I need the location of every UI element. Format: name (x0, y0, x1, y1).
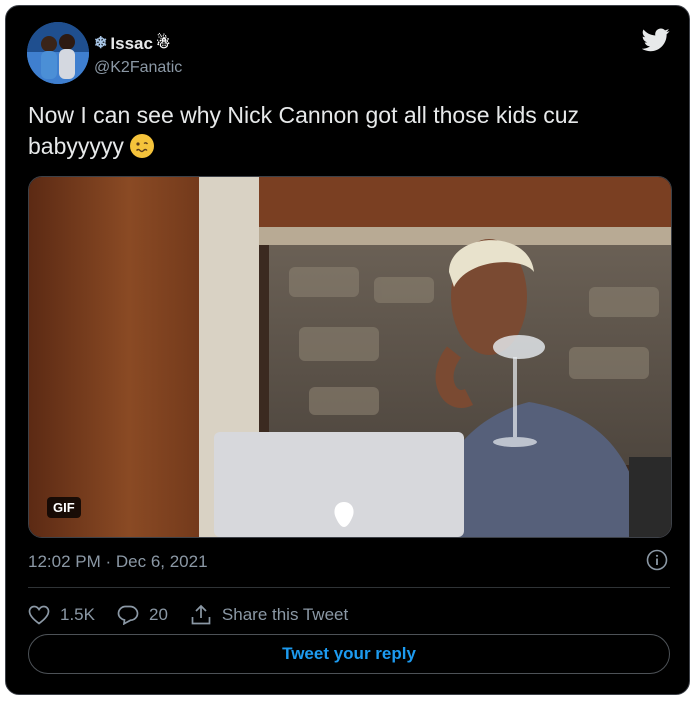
heart-icon (28, 605, 50, 625)
tweet-text-body: Now I can see why Nick Cannon got all th… (28, 102, 579, 159)
like-count: 1.5K (60, 605, 95, 624)
divider (28, 587, 670, 588)
action-bar: 1.5K 20 Share this Tweet (28, 600, 370, 630)
twitter-bird-icon[interactable] (642, 28, 670, 52)
gif-badge: GIF (47, 497, 81, 518)
snowflake-icon: ❄ (94, 35, 108, 52)
reply-count-button[interactable]: 20 (117, 605, 168, 625)
share-icon (191, 604, 211, 625)
info-icon[interactable] (646, 549, 668, 571)
gif-frame-image (29, 177, 671, 537)
gif-media[interactable]: GIF (28, 176, 672, 538)
reply-count: 20 (148, 605, 168, 624)
woozy-face-emoji-icon (129, 134, 154, 158)
share-label: Share this Tweet (221, 605, 349, 624)
snowman-icon: ☃ (155, 35, 171, 52)
author-display-name: Issac (110, 34, 153, 53)
author-name-row[interactable]: ❄ Issac ☃ (94, 34, 170, 54)
share-button[interactable]: Share this Tweet (190, 604, 348, 626)
reply-bubble-icon (117, 605, 139, 625)
tweet-your-reply-button[interactable]: Tweet your reply (28, 634, 670, 674)
tweet-card: ❄ Issac ☃ @K2Fanatic Now I can see why N… (5, 5, 690, 695)
like-button[interactable]: 1.5K (28, 605, 95, 625)
tweet-timestamp[interactable]: 12:02 PM · Dec 6, 2021 (28, 552, 208, 572)
author-handle[interactable]: @K2Fanatic (94, 59, 182, 77)
avatar[interactable] (27, 22, 89, 84)
tweet-text: Now I can see why Nick Cannon got all th… (28, 100, 668, 162)
